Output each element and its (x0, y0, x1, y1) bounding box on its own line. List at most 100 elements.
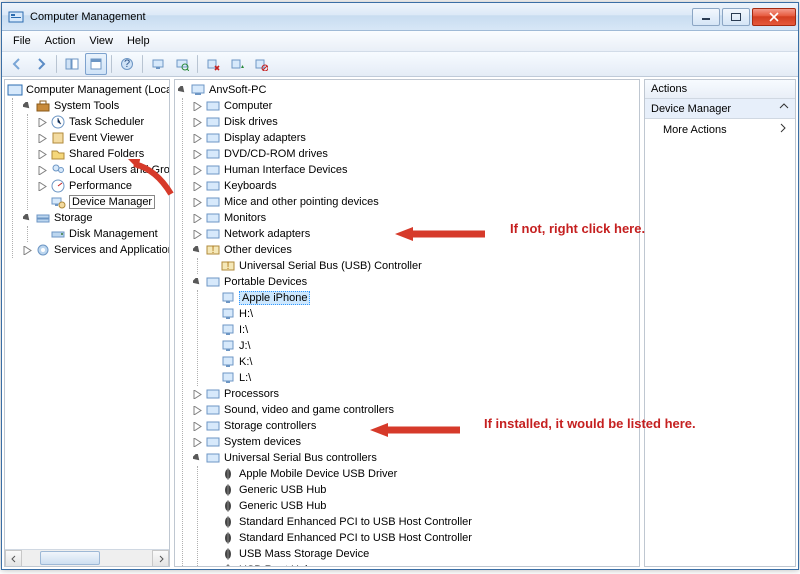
device-node[interactable]: Human Interface Devices (192, 162, 639, 178)
device-node[interactable]: Monitors (192, 210, 639, 226)
twisty-icon[interactable] (192, 149, 203, 160)
device-node[interactable]: J:\ (207, 338, 639, 354)
actions-section-title[interactable]: Device Manager (645, 99, 795, 119)
show-hide-tree-button[interactable] (61, 53, 83, 75)
twisty-icon[interactable] (192, 117, 203, 128)
device-node[interactable]: Generic USB Hub (207, 498, 639, 514)
device-node[interactable]: USB Mass Storage Device (207, 546, 639, 562)
device-node[interactable]: DVD/CD-ROM drives (192, 146, 639, 162)
tree-services-apps[interactable]: Services and Applications (22, 242, 169, 258)
device-node[interactable]: Computer (192, 98, 639, 114)
tree-performance[interactable]: Performance (37, 178, 169, 194)
device-node[interactable]: Mice and other pointing devices (192, 194, 639, 210)
menu-view[interactable]: View (82, 33, 120, 49)
scroll-thumb[interactable] (40, 551, 100, 565)
collapse-icon[interactable] (37, 165, 48, 176)
device-node[interactable]: Apple Mobile Device USB Driver (207, 466, 639, 482)
twisty-icon[interactable] (192, 101, 203, 112)
twisty-icon[interactable] (192, 453, 203, 464)
scroll-track[interactable] (22, 550, 152, 566)
device-node[interactable]: Disk drives (192, 114, 639, 130)
users-icon (50, 162, 66, 178)
device-node[interactable]: ! Universal Serial Bus (USB) Controller (207, 258, 639, 274)
twisty-icon[interactable] (192, 197, 203, 208)
minimize-button[interactable] (692, 8, 720, 26)
device-tree[interactable]: AnvSoft-PC Computer Disk drives Display … (175, 80, 639, 567)
console-tree[interactable]: Computer Management (Local System Tools (5, 80, 169, 260)
tree-storage[interactable]: Storage (22, 210, 169, 226)
twisty-icon[interactable] (192, 277, 203, 288)
twisty-icon[interactable] (192, 437, 203, 448)
device-node[interactable]: L:\ (207, 370, 639, 386)
device-node[interactable]: Universal Serial Bus controllers (192, 450, 639, 466)
tree-root[interactable]: Computer Management (Local (7, 82, 169, 98)
collapse-icon[interactable] (37, 181, 48, 192)
device-node[interactable]: Sound, video and game controllers (192, 402, 639, 418)
twisty-icon[interactable] (192, 181, 203, 192)
menu-file[interactable]: File (6, 33, 38, 49)
tree-local-users[interactable]: Local Users and Groups (37, 162, 169, 178)
twisty-icon[interactable] (192, 213, 203, 224)
twisty-icon[interactable] (192, 405, 203, 416)
device-node[interactable]: Standard Enhanced PCI to USB Host Contro… (207, 530, 639, 546)
actions-pane: Actions Device Manager More Actions (644, 79, 796, 567)
device-node[interactable]: Keyboards (192, 178, 639, 194)
close-button[interactable] (752, 8, 796, 26)
collapse-icon[interactable] (37, 133, 48, 144)
computer-icon[interactable] (147, 53, 169, 75)
collapse-icon[interactable] (22, 245, 33, 256)
scan-hardware-button[interactable] (171, 53, 193, 75)
device-node[interactable]: ! Other devices (192, 242, 639, 258)
scroll-right-button[interactable] (152, 550, 169, 567)
device-node[interactable]: H:\ (207, 306, 639, 322)
properties-button[interactable] (85, 53, 107, 75)
twisty-icon[interactable] (192, 133, 203, 144)
tree-disk-management[interactable]: Disk Management (37, 226, 169, 242)
expand-icon[interactable] (22, 101, 33, 112)
twisty-icon[interactable] (177, 85, 188, 96)
tree-event-viewer[interactable]: Event Viewer (37, 130, 169, 146)
twisty-icon[interactable] (192, 245, 203, 256)
uninstall-button[interactable] (202, 53, 224, 75)
device-node[interactable]: Storage controllers (192, 418, 639, 434)
disable-button[interactable] (250, 53, 272, 75)
device-node[interactable]: K:\ (207, 354, 639, 370)
device-node[interactable]: USB Root Hub (207, 562, 639, 567)
help-button[interactable]: ? (116, 53, 138, 75)
update-driver-button[interactable] (226, 53, 248, 75)
device-node[interactable]: Processors (192, 386, 639, 402)
tree-system-tools[interactable]: System Tools (22, 98, 169, 114)
twisty-icon[interactable] (192, 389, 203, 400)
device-node[interactable]: Generic USB Hub (207, 482, 639, 498)
device-node[interactable]: Display adapters (192, 130, 639, 146)
collapse-icon[interactable] (37, 149, 48, 160)
tree-shared-folders[interactable]: Shared Folders (37, 146, 169, 162)
twisty-icon[interactable] (192, 229, 203, 240)
back-button[interactable] (6, 53, 28, 75)
device-label: Display adapters (224, 132, 306, 144)
menu-help[interactable]: Help (120, 33, 157, 49)
tree-task-scheduler[interactable]: Task Scheduler (37, 114, 169, 130)
horizontal-scrollbar[interactable] (5, 549, 169, 566)
collapse-icon[interactable] (37, 117, 48, 128)
scroll-left-button[interactable] (5, 550, 22, 567)
expand-icon[interactable] (22, 213, 33, 224)
device-node[interactable]: Portable Devices (192, 274, 639, 290)
device-label: Processors (224, 388, 279, 400)
titlebar[interactable]: Computer Management (2, 3, 798, 31)
collapse-icon[interactable] (779, 102, 789, 115)
tree-label: Event Viewer (69, 132, 134, 144)
device-node[interactable]: I:\ (207, 322, 639, 338)
twisty-icon[interactable] (192, 421, 203, 432)
device-node[interactable]: Apple iPhone (207, 290, 639, 306)
forward-button[interactable] (30, 53, 52, 75)
actions-more[interactable]: More Actions (645, 119, 795, 140)
device-node[interactable]: AnvSoft-PC (177, 82, 639, 98)
maximize-button[interactable] (722, 8, 750, 26)
tree-device-manager[interactable]: Device Manager (37, 194, 169, 210)
device-node[interactable]: Network adapters (192, 226, 639, 242)
device-node[interactable]: Standard Enhanced PCI to USB Host Contro… (207, 514, 639, 530)
menu-action[interactable]: Action (38, 33, 83, 49)
device-node[interactable]: System devices (192, 434, 639, 450)
twisty-icon[interactable] (192, 165, 203, 176)
